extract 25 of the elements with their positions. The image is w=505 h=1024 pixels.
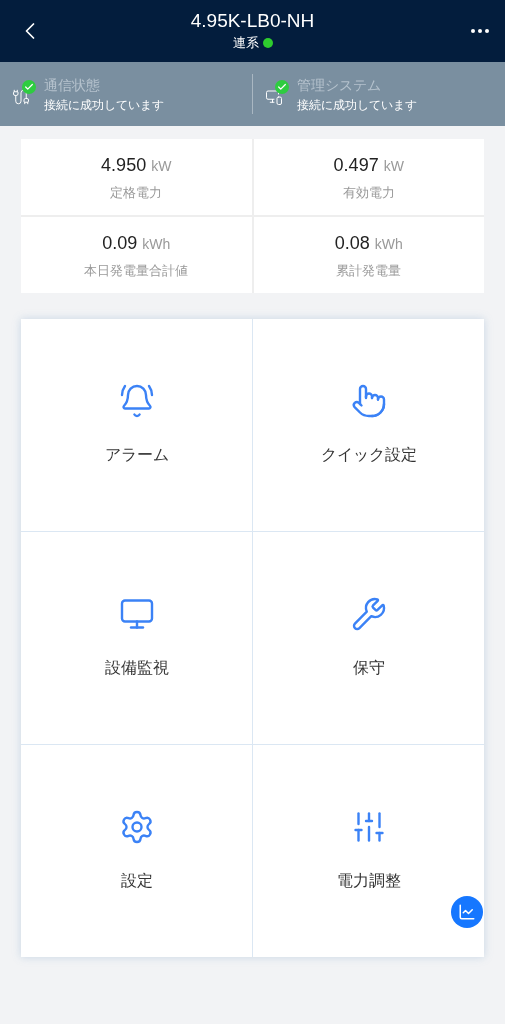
menu-tile[interactable]: 設定 xyxy=(21,745,252,957)
stat-value: 0.09 kWh xyxy=(102,231,171,255)
stat-value: 4.950 kW xyxy=(101,153,172,177)
stat-label: 累計発電量 xyxy=(336,261,402,280)
monitor-icon xyxy=(118,596,155,632)
connection-detail: 接続に成功しています xyxy=(44,96,164,114)
stat-label: 本日発電量合計値 xyxy=(84,261,189,280)
stat-value: 0.08 kWh xyxy=(334,231,403,255)
menu-tile[interactable]: 設備監視 xyxy=(21,532,252,744)
stat-value: 0.497 kW xyxy=(333,153,404,177)
connection-detail: 接続に成功しています xyxy=(297,96,417,114)
connection-title: 通信状態 xyxy=(44,75,101,95)
wrench-icon xyxy=(350,596,387,632)
menu-tile[interactable]: クイック設定 xyxy=(253,319,484,531)
more-icon xyxy=(471,29,489,33)
menu-tile[interactable]: アラーム xyxy=(21,319,252,531)
menu-tile[interactable]: 保守 xyxy=(253,532,484,744)
line-chart-icon xyxy=(458,903,476,921)
device-title: 4.95K-LB0-NH xyxy=(190,9,315,34)
stat-label: 定格電力 xyxy=(110,183,163,202)
menu-tile[interactable]: 電力調整 xyxy=(253,745,484,957)
stat-label: 有効電力 xyxy=(342,183,395,202)
alarm-bell-icon xyxy=(118,383,155,419)
pointing-hand-icon xyxy=(350,383,387,419)
grid-status: 連系 xyxy=(232,34,259,53)
